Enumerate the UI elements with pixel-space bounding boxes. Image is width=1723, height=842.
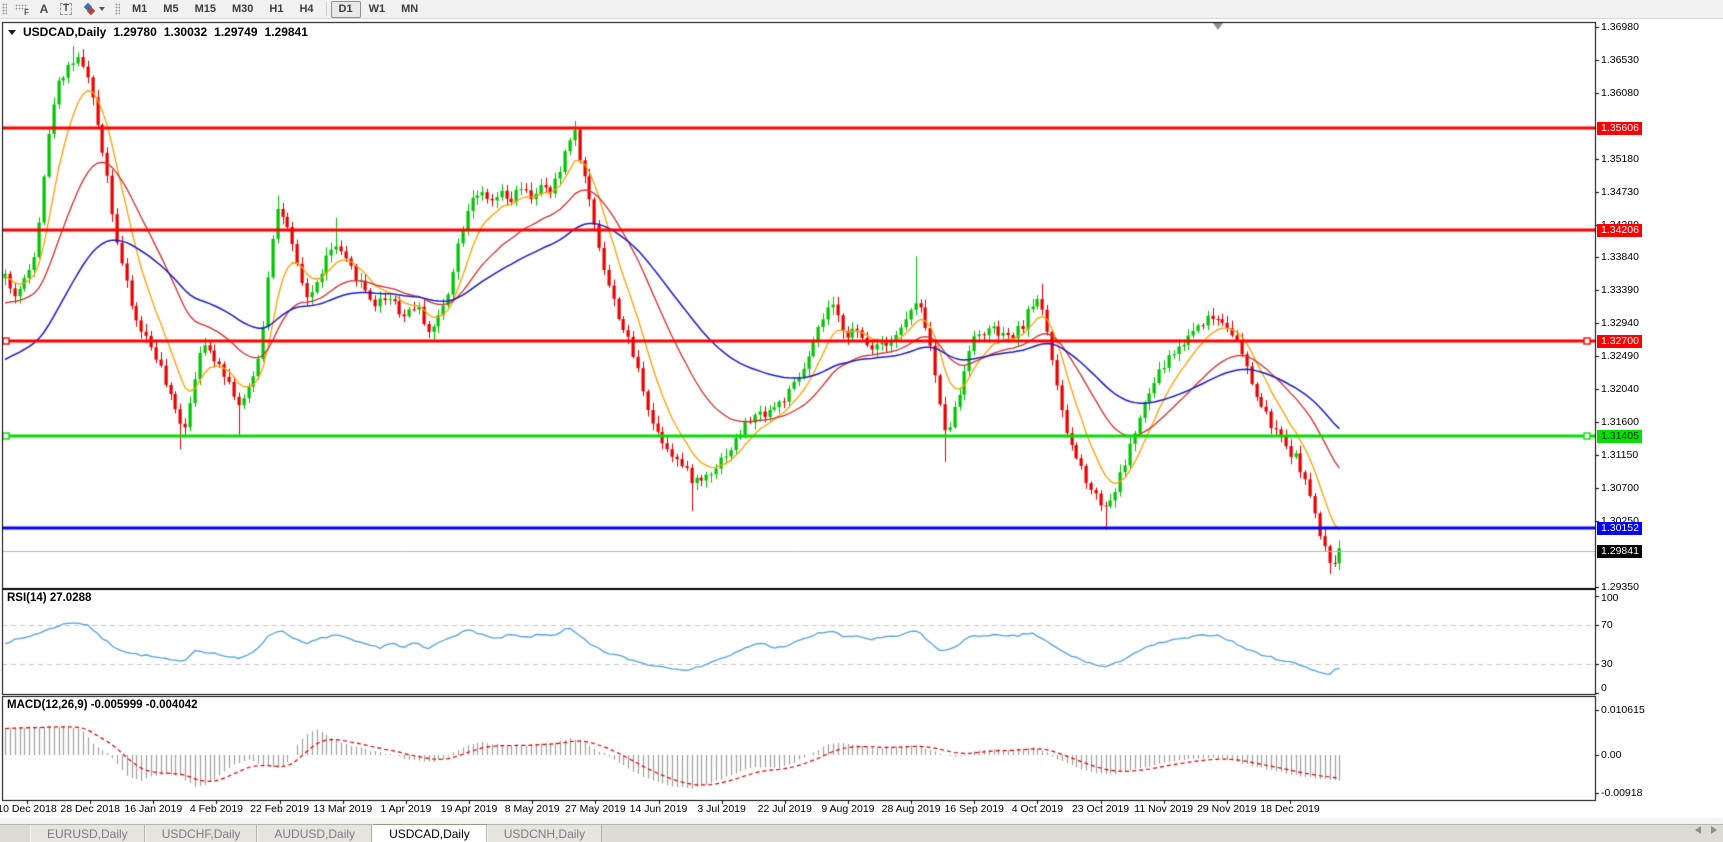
toolbar-drag-handle[interactable] bbox=[115, 3, 120, 15]
timeframe-button-m1[interactable]: M1 bbox=[124, 1, 155, 18]
fibo-tool-icon[interactable]: F bbox=[12, 2, 32, 17]
rsi-indicator-label: RSI(14) 27.0288 bbox=[7, 592, 91, 604]
ohlc-close: 1.29841 bbox=[265, 25, 308, 39]
top-toolbar: F A T M1M5M15M30H1H4 D1W1MN bbox=[0, 0, 1723, 19]
chart-tab-bar: EURUSD,DailyUSDCHF,DailyAUDUSD,DailyUSDC… bbox=[0, 824, 1723, 842]
ohlc-high: 1.30032 bbox=[164, 25, 207, 39]
text-label-tool-icon[interactable]: A bbox=[34, 2, 54, 17]
chart-tab-usdcad[interactable]: USDCAD,Daily bbox=[372, 824, 487, 842]
chart-menu-arrow-icon[interactable] bbox=[8, 30, 16, 35]
ohlc-open: 1.29780 bbox=[113, 25, 156, 39]
ohlc-low: 1.29749 bbox=[214, 25, 257, 39]
timeframe-button-h1[interactable]: H1 bbox=[261, 1, 291, 18]
timeframe-button-d1[interactable]: D1 bbox=[331, 1, 361, 18]
timeframe-group: M1M5M15M30H1H4 D1W1MN bbox=[124, 1, 426, 18]
scroll-right-icon[interactable] bbox=[1711, 826, 1717, 834]
chart-tab-audusd[interactable]: AUDUSD,Daily bbox=[257, 825, 372, 842]
chevron-down-icon bbox=[99, 7, 105, 11]
chart-tab-eurusd[interactable]: EURUSD,Daily bbox=[30, 825, 145, 842]
toolbar-separator bbox=[326, 2, 327, 16]
scroll-left-icon[interactable] bbox=[1695, 826, 1701, 834]
toolbar-drag-handle[interactable] bbox=[2, 3, 7, 15]
timeframe-button-h4[interactable]: H4 bbox=[291, 1, 321, 18]
timeframe-button-mn[interactable]: MN bbox=[393, 1, 426, 18]
timeframe-button-m30[interactable]: M30 bbox=[224, 1, 261, 18]
chart-tab-usdcnh[interactable]: USDCNH,Daily bbox=[487, 825, 602, 842]
text-box-tool-icon[interactable]: T bbox=[56, 2, 76, 17]
chart-symbol: USDCAD,Daily bbox=[23, 25, 106, 39]
chart-title: USDCAD,Daily 1.29780 1.30032 1.29749 1.2… bbox=[8, 25, 315, 39]
timeframe-button-w1[interactable]: W1 bbox=[361, 1, 394, 18]
chart-tab-usdchf[interactable]: USDCHF,Daily bbox=[145, 825, 258, 842]
chart-canvas[interactable] bbox=[0, 0, 1723, 842]
timeframe-button-m5[interactable]: M5 bbox=[155, 1, 186, 18]
arrow-objects-tool-icon[interactable] bbox=[78, 2, 112, 17]
timeframe-button-m15[interactable]: M15 bbox=[187, 1, 224, 18]
macd-indicator-label: MACD(12,26,9) -0.005999 -0.004042 bbox=[7, 699, 198, 711]
